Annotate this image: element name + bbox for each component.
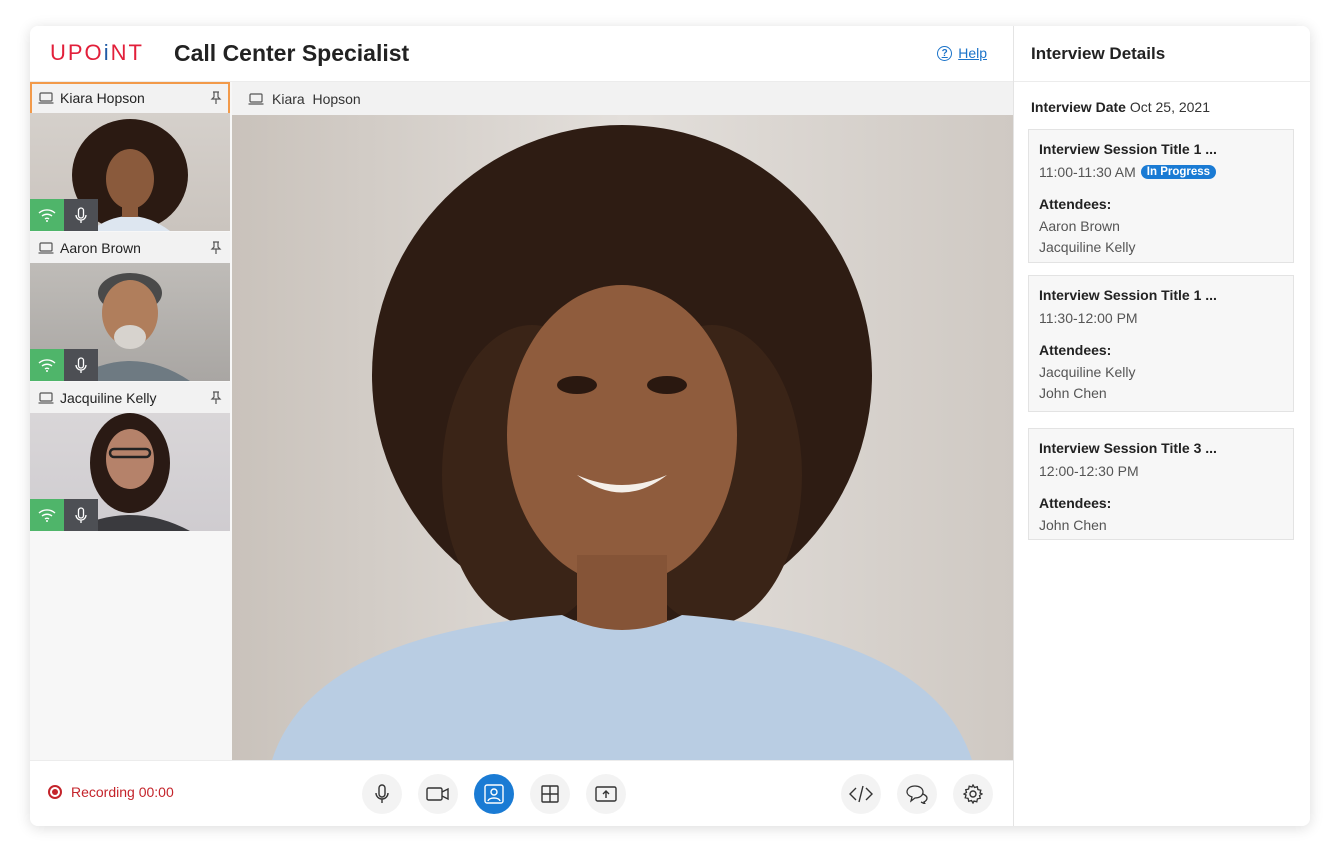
help-label: Help [958,45,987,61]
participant-video [30,413,230,531]
help-icon: ? [937,45,953,61]
presenter-icon [484,784,504,804]
interview-date: Interview Date Oct 25, 2021 [1031,99,1210,115]
recording-status[interactable]: Recording 00:00 [48,784,174,800]
laptop-icon [38,241,54,254]
laptop-icon [38,391,54,404]
session-time-row: 12:00-12:30 PM [1039,463,1283,479]
grid-layout-button[interactable] [530,774,570,814]
attendees-label: Attendees: [1039,495,1112,511]
presenter-view-button[interactable] [474,774,514,814]
participant-name: Jacquiline Kelly [60,389,157,406]
session-time: 11:00-11:30 AM [1039,164,1136,180]
chat-button[interactable] [897,774,937,814]
status-indicators [30,499,98,531]
session-card[interactable]: Interview Session Title 3 ... 12:00-12:3… [1028,428,1294,540]
microphone-button[interactable] [362,774,402,814]
laptop-icon [248,92,264,105]
details-heading: Interview Details [1031,44,1166,63]
attendee-name: John Chen [1039,385,1107,401]
page-title: Call Center Specialist [174,40,410,66]
status-indicators [30,199,98,231]
video-call-area: UPOiNT Call Center Specialist ? Help Kia… [30,26,1013,826]
session-title: Interview Session Title 1 ... [1039,287,1217,303]
interview-date-label: Interview Date [1031,99,1126,115]
help-link[interactable]: ? Help [937,45,987,61]
attendee-name: Jacquiline Kelly [1039,239,1136,255]
upoint-logo: UPOiNT [50,40,144,66]
camera-icon [426,787,449,801]
speaker-photo [272,125,972,760]
microphone-icon [75,506,87,523]
speaker-video [232,115,1013,760]
share-screen-icon [595,786,617,802]
signal-indicator [30,499,64,531]
wifi-icon [38,509,56,522]
microphone-icon [75,206,87,223]
session-time: 12:00-12:30 PM [1039,463,1139,479]
wifi-icon [38,209,56,222]
participant-tile[interactable]: Kiara Hopson [30,82,230,231]
camera-button[interactable] [418,774,458,814]
participant-tile[interactable]: Jacquiline Kelly [30,382,230,531]
session-card[interactable]: Interview Session Title 1 ... 11:00-11:3… [1028,129,1294,263]
speaker-bar: Kiara Hopson [232,82,1013,115]
divider [1014,81,1310,82]
status-indicators [30,349,98,381]
app-window: UPOiNT Call Center Specialist ? Help Kia… [30,26,1310,826]
laptop-icon [38,91,54,104]
control-bar: Recording 00:00 [30,760,1013,826]
attendee-name: Aaron Brown [1039,218,1120,234]
main-video-stage: Kiara Hopson [232,82,1013,760]
signal-indicator [30,349,64,381]
pin-icon[interactable] [210,390,222,405]
attendee-name: John Chen [1039,517,1107,533]
code-icon [849,785,873,803]
gear-icon [963,784,983,804]
microphone-icon [375,784,389,803]
settings-button[interactable] [953,774,993,814]
participant-bar: Aaron Brown [30,232,230,263]
session-title: Interview Session Title 3 ... [1039,440,1217,456]
record-icon [48,785,62,799]
microphone-icon [75,356,87,373]
attendee-name: Jacquiline Kelly [1039,364,1136,380]
interview-details-panel: Interview Details Interview Date Oct 25,… [1013,26,1310,826]
session-time: 11:30-12:00 PM [1039,310,1138,326]
pin-icon[interactable] [210,90,222,105]
header: UPOiNT Call Center Specialist ? Help [30,26,1013,82]
participant-video [30,263,230,381]
wifi-icon [38,359,56,372]
attendees-label: Attendees: [1039,342,1112,358]
speaker-name: Kiara Hopson [272,90,361,107]
participant-bar: Kiara Hopson [30,82,230,113]
participant-tile[interactable]: Aaron Brown [30,232,230,381]
share-screen-button[interactable] [586,774,626,814]
grid-icon [541,785,559,803]
participant-list: Kiara Hopson Aaron Brown Jacquiline Kell… [30,82,233,760]
session-time-row: 11:00-11:30 AM In Progress [1039,164,1283,180]
participant-video [30,113,230,231]
logo-text-right: NT [110,40,144,65]
status-badge: In Progress [1140,165,1217,179]
pin-icon[interactable] [210,240,222,255]
mic-status [64,499,98,531]
mic-status [64,199,98,231]
recording-label: Recording 00:00 [71,784,174,800]
mic-status [64,349,98,381]
participant-name: Aaron Brown [60,239,141,256]
interview-date-value: Oct 25, 2021 [1129,99,1210,115]
logo-text-left: UPO [50,40,104,65]
session-card[interactable]: Interview Session Title 1 ... 11:30-12:0… [1028,275,1294,412]
session-title: Interview Session Title 1 ... [1039,141,1217,157]
attendees-label: Attendees: [1039,196,1112,212]
chat-icon [906,785,928,804]
embed-code-button[interactable] [841,774,881,814]
participant-name: Kiara Hopson [60,89,145,106]
logo-text-mid: i [103,40,111,65]
signal-indicator [30,199,64,231]
participant-bar: Jacquiline Kelly [30,382,230,413]
session-time-row: 11:30-12:00 PM [1039,310,1283,326]
